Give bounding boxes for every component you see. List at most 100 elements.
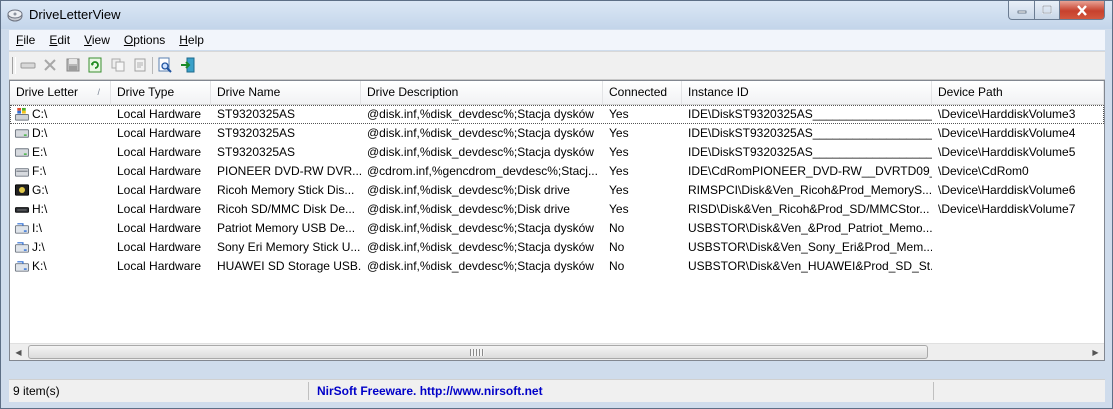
sort-ascending-icon: / xyxy=(97,87,100,97)
horizontal-scrollbar[interactable]: ◀ ▶ xyxy=(10,343,1104,360)
html-report-icon xyxy=(134,58,146,72)
cell-drive-type: Local Hardware xyxy=(117,183,202,197)
menu-view[interactable]: View xyxy=(77,33,117,47)
menu-file[interactable]: File xyxy=(9,33,42,47)
table-row[interactable]: F:\ Local Hardware PIONEER DVD-RW DVR... @c… xyxy=(10,162,1104,181)
cell-instance-id: USBSTOR\Disk&Ven_HUAWEI&Prod_SD_St... xyxy=(688,259,932,273)
column-header-label: Connected xyxy=(609,85,668,99)
menu-options[interactable]: Options xyxy=(117,33,172,47)
cell-drive-type: Local Hardware xyxy=(117,221,202,235)
title-bar[interactable]: DriveLetterView xyxy=(1,1,1112,29)
cell-device-path xyxy=(932,238,1104,257)
column-header-drive-letter[interactable]: Drive Letter / xyxy=(10,81,111,104)
cell-drive-description: @cdrom.inf,%gencdrom_devdesc%;Stacj... xyxy=(367,164,598,178)
cell-drive-letter: H:\ xyxy=(32,202,48,216)
table-row[interactable]: I:\ Local Hardware Patriot Memory USB De..… xyxy=(10,219,1104,238)
save-button[interactable] xyxy=(64,56,82,74)
app-window: DriveLetterView File Edit View Options H… xyxy=(0,0,1113,409)
scroll-right-arrow-icon: ▶ xyxy=(1092,348,1099,357)
table-row[interactable]: G:\ Local Hardware Ricoh Memory Stick Dis.… xyxy=(10,181,1104,200)
item-count: 9 item(s) xyxy=(9,382,309,400)
app-drive-icon xyxy=(7,9,23,22)
maximize-button[interactable] xyxy=(1034,1,1060,20)
column-header-label: Drive Letter xyxy=(16,85,79,99)
scroll-right-button[interactable]: ▶ xyxy=(1087,344,1104,360)
cell-connected: Yes xyxy=(609,107,629,121)
exit-button[interactable] xyxy=(179,56,197,74)
column-header-connected[interactable]: Connected xyxy=(603,81,682,104)
cell-drive-description: @disk.inf,%disk_devdesc%;Stacja dysków xyxy=(367,126,594,140)
cell-drive-description: @disk.inf,%disk_devdesc%;Stacja dysków xyxy=(367,221,594,235)
find-button[interactable] xyxy=(156,56,174,74)
table-row[interactable]: C:\ Local Hardware ST9320325AS @disk.inf,%d… xyxy=(10,105,1104,124)
cell-device-path: \Device\CdRom0 xyxy=(938,164,1029,178)
delete-button[interactable] xyxy=(41,56,59,74)
delete-icon xyxy=(44,59,56,71)
cell-drive-name: ST9320325AS xyxy=(217,145,296,159)
cell-drive-description: @disk.inf,%disk_devdesc%;Stacja dysków xyxy=(367,240,594,254)
menu-view-label: iew xyxy=(91,33,110,47)
copy-button[interactable] xyxy=(109,56,127,74)
table-row[interactable]: H:\ Local Hardware Ricoh SD/MMC Disk De...… xyxy=(10,200,1104,219)
refresh-button[interactable] xyxy=(86,56,104,74)
toolbar-grip[interactable] xyxy=(12,57,16,74)
cell-drive-letter: J:\ xyxy=(32,240,45,254)
menu-edit[interactable]: Edit xyxy=(42,33,77,47)
column-header-label: Device Path xyxy=(938,85,1003,99)
cell-connected: No xyxy=(609,259,625,273)
window-title: DriveLetterView xyxy=(29,7,121,22)
html-report-button[interactable] xyxy=(131,56,149,74)
column-header-instance-id[interactable]: Instance ID xyxy=(682,81,932,104)
properties-button[interactable] xyxy=(19,56,37,74)
nirsoft-link[interactable]: NirSoft Freeware. http://www.nirsoft.net xyxy=(311,382,931,400)
close-button[interactable] xyxy=(1059,1,1105,20)
cell-device-path: \Device\HarddiskVolume6 xyxy=(938,183,1076,197)
cell-drive-type: Local Hardware xyxy=(117,202,202,216)
cell-instance-id: USBSTOR\Disk&Ven_&Prod_Patriot_Memo... xyxy=(688,221,932,235)
table-row[interactable]: E:\ Local Hardware ST9320325AS @disk.inf,%d… xyxy=(10,143,1104,162)
cell-drive-letter: G:\ xyxy=(32,183,49,197)
refresh-icon xyxy=(88,57,102,73)
cell-drive-letter: F:\ xyxy=(32,164,46,178)
cell-drive-type: Local Hardware xyxy=(117,259,202,273)
cell-instance-id: IDE\DiskST9320325AS_____________________… xyxy=(688,107,932,121)
cell-connected: No xyxy=(609,240,625,254)
column-header-drive-name[interactable]: Drive Name xyxy=(211,81,361,104)
cell-device-path: \Device\HarddiskVolume7 xyxy=(938,202,1076,216)
find-icon xyxy=(158,57,172,73)
scrollbar-thumb[interactable] xyxy=(28,345,928,359)
cell-connected: Yes xyxy=(609,202,629,216)
toolbar-separator xyxy=(152,57,153,74)
scroll-left-arrow-icon: ◀ xyxy=(15,348,22,357)
cell-instance-id: RIMSPCI\Disk&Ven_Ricoh&Prod_MemoryS... xyxy=(688,183,932,197)
cell-drive-type: Local Hardware xyxy=(117,240,202,254)
menu-help[interactable]: Help xyxy=(172,33,211,47)
column-header-drive-type[interactable]: Drive Type xyxy=(111,81,211,104)
cell-drive-description: @disk.inf,%disk_devdesc%;Disk drive xyxy=(367,202,570,216)
menu-edit-label: dit xyxy=(57,33,71,47)
status-pane-empty xyxy=(933,382,1103,400)
cell-drive-name: Ricoh SD/MMC Disk De... xyxy=(217,202,356,216)
menu-help-label: elp xyxy=(187,33,204,47)
table-row[interactable]: K:\ Local Hardware HUAWEI SD Storage USB..… xyxy=(10,257,1104,276)
cell-connected: No xyxy=(609,221,625,235)
cell-drive-description: @disk.inf,%disk_devdesc%;Stacja dysków xyxy=(367,107,594,121)
drive-list[interactable]: Drive Letter / Drive Type Drive Name Driv… xyxy=(9,80,1105,361)
status-bar: 9 item(s) NirSoft Freeware. http://www.n… xyxy=(9,379,1105,402)
minimize-button[interactable] xyxy=(1008,1,1035,20)
cell-drive-name: PIONEER DVD-RW DVR... xyxy=(217,164,361,178)
table-row[interactable]: J:\ Local Hardware Sony Eri Memory Stick U… xyxy=(10,238,1104,257)
menu-bar: File Edit View Options Help xyxy=(9,30,1105,50)
cell-drive-name: ST9320325AS xyxy=(217,107,296,121)
column-header-device-path[interactable]: Device Path xyxy=(932,81,1104,104)
cell-connected: Yes xyxy=(609,183,629,197)
column-header-drive-description[interactable]: Drive Description xyxy=(361,81,603,104)
menu-options-accel: O xyxy=(123,33,134,47)
menu-options-label: ptions xyxy=(133,33,166,47)
scroll-left-button[interactable]: ◀ xyxy=(10,344,27,360)
table-row[interactable]: D:\ Local Hardware ST9320325AS @disk.inf,%d… xyxy=(10,124,1104,143)
cell-connected: Yes xyxy=(609,145,629,159)
toolbar xyxy=(9,51,1105,80)
cell-drive-letter: E:\ xyxy=(32,145,47,159)
menu-help-accel: H xyxy=(179,33,188,47)
